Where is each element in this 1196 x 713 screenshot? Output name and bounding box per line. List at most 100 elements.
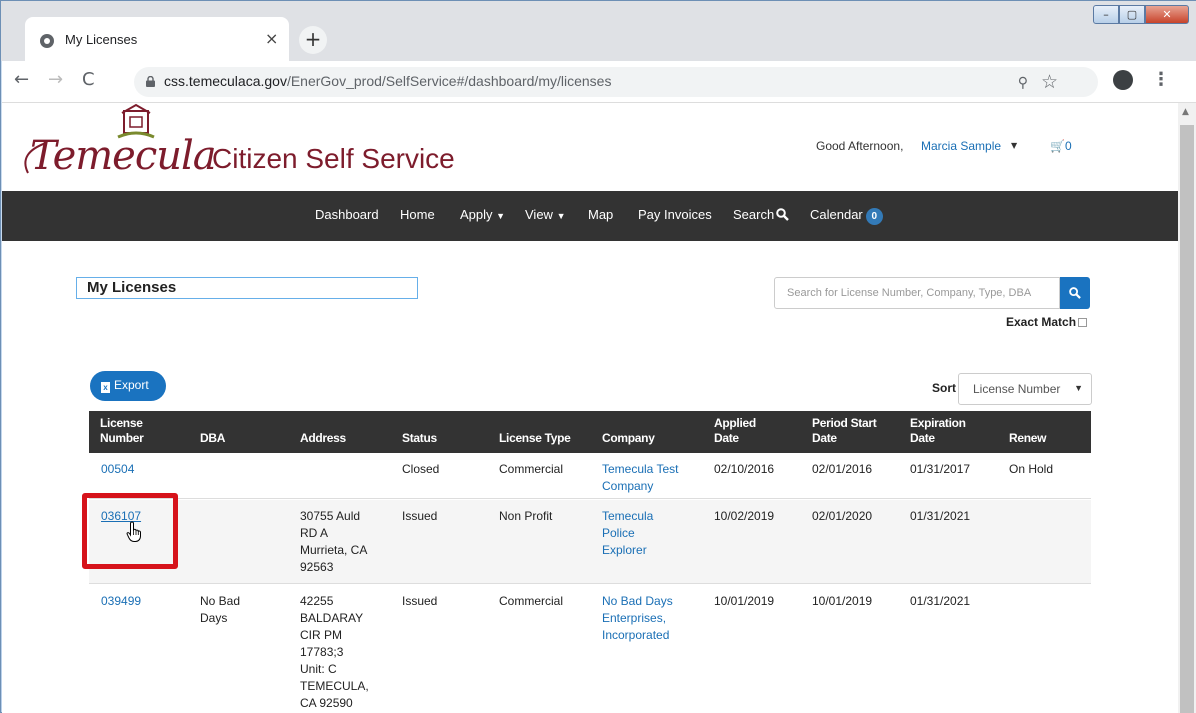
column-header-address[interactable]: Address xyxy=(300,431,346,446)
vertical-scrollbar[interactable]: ▲ xyxy=(1178,103,1196,713)
address-line: TEMECULA, xyxy=(300,679,369,693)
license-type-cell: Commercial xyxy=(499,462,564,476)
page-viewport: Temecula Citizen Self Service Good After… xyxy=(2,103,1178,713)
nav-pay-invoices[interactable]: Pay Invoices xyxy=(638,207,712,222)
new-tab-button[interactable]: + xyxy=(299,26,327,54)
cart-icon: 🛒 xyxy=(1050,139,1065,153)
nav-calendar-label: Calendar xyxy=(810,207,863,222)
scrollbar-thumb[interactable] xyxy=(1180,125,1194,713)
period-start-cell: 02/01/2016 xyxy=(812,462,873,476)
search-icon xyxy=(776,208,790,221)
nav-view[interactable]: View ▼ xyxy=(525,207,566,222)
period-start-cell: 02/01/2020 xyxy=(812,509,873,523)
address-line: CA 92590 xyxy=(300,696,353,710)
address-cell: 42255 BALDARAY CIR PM 17783;3 Unit: C TEMECUL… xyxy=(300,593,369,712)
excel-icon: x xyxy=(101,382,110,393)
cart-link[interactable]: 🛒0 xyxy=(1050,139,1072,153)
browser-window: My Licenses × + – ▢ ✕ ← → C css.temecula… xyxy=(0,0,1196,713)
nav-apply[interactable]: Apply ▼ xyxy=(460,207,505,222)
expiration-cell: 01/31/2017 xyxy=(910,462,971,476)
sort-label: Sort xyxy=(932,381,956,395)
nav-home[interactable]: Home xyxy=(400,207,435,222)
dba-line: Days xyxy=(200,611,228,625)
reload-icon[interactable]: C xyxy=(82,69,95,90)
column-header-period-start-date[interactable]: Period Start Date xyxy=(812,416,877,446)
caret-down-icon: ▼ xyxy=(1074,383,1083,393)
export-label: Export xyxy=(114,378,149,392)
company-link[interactable]: Temecula Test Company xyxy=(602,461,678,495)
nav-map[interactable]: Map xyxy=(588,207,613,222)
status-cell: Issued xyxy=(402,594,438,608)
license-type-cell: Non Profit xyxy=(499,509,553,523)
address-bar[interactable]: css.temeculaca.gov/EnerGov_prod/SelfServ… xyxy=(134,67,1098,97)
column-header-license-type[interactable]: License Type xyxy=(499,431,571,446)
address-line: Murrieta, CA xyxy=(300,543,368,557)
profile-icon[interactable] xyxy=(1113,70,1133,90)
column-header-renew[interactable]: Renew xyxy=(1009,431,1046,446)
company-line: Company xyxy=(602,479,654,493)
header-line: License xyxy=(100,416,143,430)
forward-icon[interactable]: → xyxy=(48,69,63,90)
bookmark-star-icon[interactable]: ☆ xyxy=(1041,71,1058,93)
address-line: CIR PM xyxy=(300,628,342,642)
site-title: Citizen Self Service xyxy=(212,143,455,174)
close-window-button[interactable]: ✕ xyxy=(1145,5,1189,24)
back-icon[interactable]: ← xyxy=(14,69,29,90)
address-line: Unit: C xyxy=(300,662,337,676)
exact-match-checkbox[interactable]: Exact Match xyxy=(1006,315,1088,329)
tab-title: My Licenses xyxy=(65,32,138,47)
dba-cell: No Bad Days xyxy=(200,593,240,627)
checkbox-icon[interactable] xyxy=(1078,318,1088,327)
close-tab-icon[interactable]: × xyxy=(265,29,278,48)
address-line: 17783;3 xyxy=(300,645,344,659)
search-icon xyxy=(1069,287,1081,299)
browser-menu-icon[interactable]: ⋮ xyxy=(1152,69,1170,90)
url-text: css.temeculaca.gov/EnerGov_prod/SelfServ… xyxy=(164,73,611,89)
company-link[interactable]: No Bad Days Enterprises, Incorporated xyxy=(602,593,673,644)
company-link[interactable]: Temecula Police Explorer xyxy=(602,508,653,559)
column-header-license-number[interactable]: License Number xyxy=(100,416,144,446)
logo-wordmark[interactable]: Temecula xyxy=(30,133,217,179)
caret-down-icon: ▼ xyxy=(556,211,566,221)
globe-icon xyxy=(40,34,54,48)
export-button[interactable]: x Export xyxy=(90,371,166,401)
sort-select[interactable]: License Number ▼ xyxy=(958,373,1092,405)
company-line: Police xyxy=(602,526,635,540)
minimize-button[interactable]: – xyxy=(1093,5,1119,24)
header-line: Date xyxy=(910,431,935,445)
column-header-applied-date[interactable]: Applied Date xyxy=(714,416,756,446)
license-number-link[interactable]: 039499 xyxy=(101,593,141,610)
lock-icon xyxy=(146,76,155,87)
url-host: css.temeculaca.gov xyxy=(164,73,287,89)
applied-date-cell: 02/10/2016 xyxy=(714,462,775,476)
column-header-status[interactable]: Status xyxy=(402,431,437,446)
table-header: License Number DBA Address Status License… xyxy=(89,411,1091,453)
scroll-up-icon[interactable]: ▲ xyxy=(1182,107,1189,117)
nav-apply-label: Apply xyxy=(460,207,493,222)
user-menu[interactable]: Marcia Sample xyxy=(921,139,1001,153)
nav-dashboard[interactable]: Dashboard xyxy=(315,207,379,222)
table-row: 039499 No Bad Days 42255 BALDARAY CIR PM 177… xyxy=(89,585,1091,713)
browser-toolbar: ← → C css.temeculaca.gov/EnerGov_prod/Se… xyxy=(2,61,1196,103)
nav-calendar[interactable]: Calendar 0 xyxy=(810,207,883,225)
main-navbar: Dashboard Home Apply ▼ View ▼ Map Pay In… xyxy=(2,191,1178,241)
applied-date-cell: 10/01/2019 xyxy=(714,594,775,608)
column-header-expiration-date[interactable]: Expiration Date xyxy=(910,416,966,446)
maximize-button[interactable]: ▢ xyxy=(1119,5,1145,24)
license-search-input[interactable]: Search for License Number, Company, Type… xyxy=(774,277,1060,309)
caret-down-icon: ▼ xyxy=(496,211,506,221)
company-line: Temecula Test xyxy=(602,462,679,476)
caret-down-icon[interactable]: ▼ xyxy=(1011,141,1017,150)
status-cell: Closed xyxy=(402,462,440,476)
license-number-link[interactable]: 00504 xyxy=(101,461,134,478)
zoom-icon[interactable]: ⚲ xyxy=(1018,75,1028,91)
tab-my-licenses[interactable]: My Licenses × xyxy=(25,17,289,61)
company-line: Temecula xyxy=(602,509,654,523)
renew-cell: On Hold xyxy=(1009,462,1054,476)
column-header-company[interactable]: Company xyxy=(602,431,655,446)
expiration-cell: 01/31/2021 xyxy=(910,509,971,523)
search-button[interactable] xyxy=(1060,277,1090,309)
nav-search[interactable]: Search xyxy=(733,207,790,222)
column-header-dba[interactable]: DBA xyxy=(200,431,225,446)
address-line: 92563 xyxy=(300,560,334,574)
